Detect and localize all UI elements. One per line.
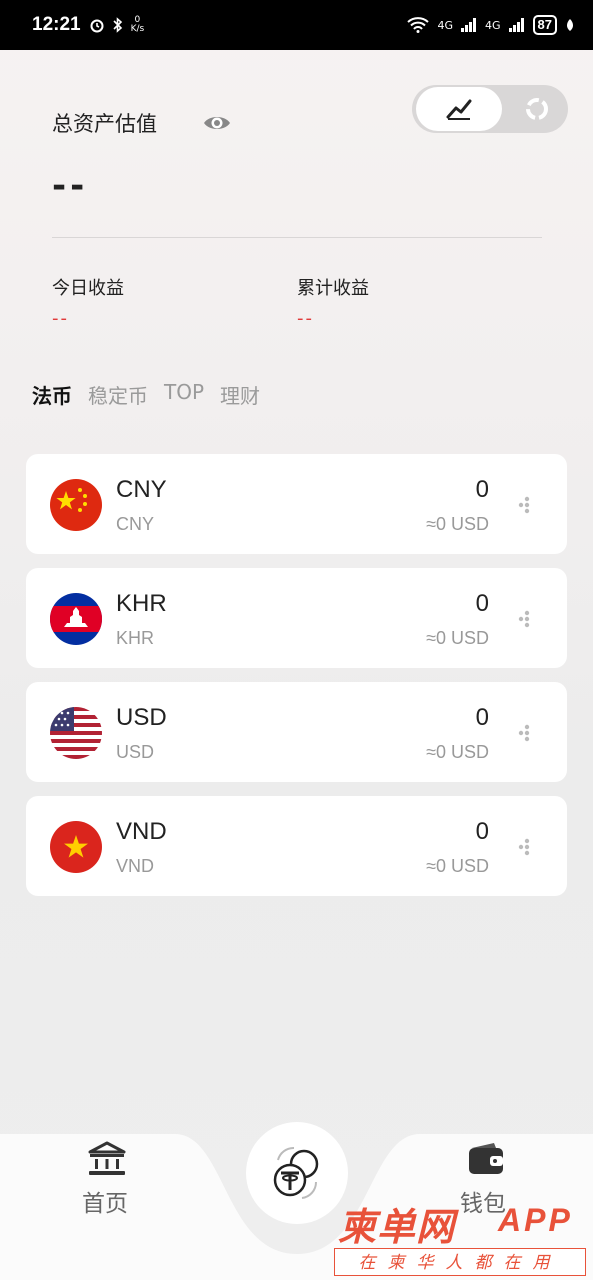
cumulative-earnings-value: -- [297, 308, 314, 329]
currency-card-vnd[interactable]: VND VND 0 ≈0 USD [26, 796, 567, 896]
currency-subtitle: CNY [116, 514, 155, 534]
total-assets-title: 总资产估值 [52, 112, 157, 136]
usa-flag-icon [50, 707, 102, 759]
drag-handle-icon[interactable] [517, 494, 531, 516]
cumulative-earnings-label: 累计收益 [297, 278, 369, 299]
currency-code: VND [116, 818, 167, 845]
refresh-icon [526, 98, 548, 120]
exchange-button[interactable] [246, 1122, 348, 1224]
currency-card-khr[interactable]: KHR KHR 0 ≈0 USD [26, 568, 567, 668]
net-speed: 0 K/s [130, 15, 145, 34]
watermark-slogan: 在柬华人都在用 [334, 1248, 586, 1276]
currency-code: KHR [116, 590, 167, 617]
cumulative-earnings: 累计收益 -- [297, 274, 369, 329]
today-earnings-label: 今日收益 [52, 278, 124, 299]
refresh-view-button[interactable] [510, 87, 564, 131]
chart-icon [446, 99, 472, 120]
clock: 12:21 [32, 14, 81, 35]
currency-subtitle: KHR [116, 628, 155, 648]
nav-home-label[interactable]: 首页 [82, 1184, 128, 1218]
tether-exchange-icon [273, 1146, 319, 1199]
bluetooth-icon [113, 17, 122, 33]
watermark-logo: 柬单网 [338, 1205, 456, 1249]
eye-icon[interactable] [202, 110, 232, 136]
leaf-icon [567, 19, 573, 31]
total-assets-value: -- [52, 166, 89, 206]
signal-label-a: 4G [437, 18, 453, 32]
currency-usd-value: ≈0 USD [426, 628, 489, 648]
signal-label-b: 4G [485, 18, 501, 32]
today-earnings: 今日收益 -- [52, 274, 124, 329]
wallet-icon[interactable] [466, 1140, 506, 1176]
alarm-icon [90, 19, 104, 33]
china-flag-icon [50, 479, 102, 531]
currency-usd-value: ≈0 USD [426, 856, 489, 876]
chart-view-button[interactable] [416, 87, 502, 131]
asset-tabs: 法币 稳定币 TOP 理财 [32, 380, 260, 409]
divider [52, 237, 542, 238]
watermark-app: APP [498, 1202, 573, 1238]
drag-handle-icon[interactable] [517, 836, 531, 858]
tab-stablecoin[interactable]: 稳定币 [88, 380, 148, 409]
currency-amount: 0 [475, 704, 489, 731]
currency-code: CNY [116, 476, 167, 503]
tab-fiat[interactable]: 法币 [32, 380, 72, 409]
currency-amount: 0 [475, 818, 489, 845]
tab-finance[interactable]: 理财 [220, 380, 260, 409]
signal-icon [461, 18, 476, 32]
cambodia-flag-icon [50, 593, 102, 645]
bank-icon[interactable] [86, 1140, 128, 1178]
wifi-icon [407, 17, 430, 33]
drag-handle-icon[interactable] [517, 608, 531, 630]
currency-card-cny[interactable]: CNY CNY 0 ≈0 USD [26, 454, 567, 554]
currency-subtitle: VND [116, 856, 155, 876]
currency-subtitle: USD [116, 742, 155, 762]
status-bar: 12:21 0 K/s 4G 4G 87 [0, 0, 593, 50]
currency-usd-value: ≈0 USD [426, 514, 489, 534]
signal-icon [508, 18, 524, 32]
drag-handle-icon[interactable] [517, 722, 531, 744]
today-earnings-value: -- [52, 308, 69, 329]
vietnam-flag-icon [50, 821, 102, 873]
currency-amount: 0 [475, 590, 489, 617]
currency-amount: 0 [475, 476, 489, 503]
currency-usd-value: ≈0 USD [426, 742, 489, 762]
battery-indicator: 87 [532, 15, 557, 35]
tab-top[interactable]: TOP [164, 380, 204, 409]
currency-code: USD [116, 704, 167, 731]
view-toggle[interactable] [412, 85, 568, 133]
currency-card-usd[interactable]: USD USD 0 ≈0 USD [26, 682, 567, 782]
